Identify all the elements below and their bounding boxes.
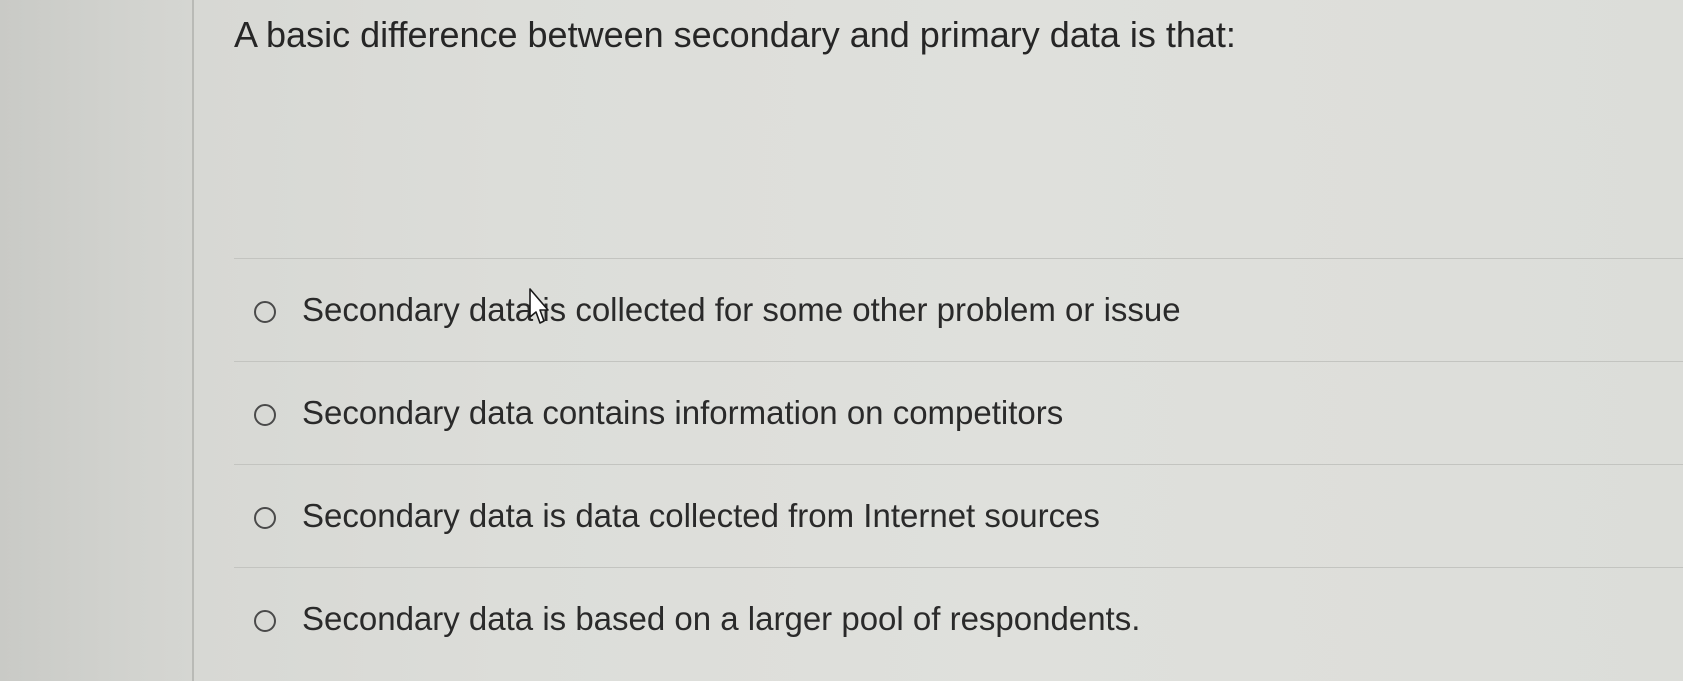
answer-option-1[interactable]: Secondary data is collected for some oth… bbox=[234, 258, 1683, 361]
answer-label-1: Secondary data is collected for some oth… bbox=[302, 291, 1181, 328]
question-area: A basic difference between secondary and… bbox=[194, 0, 1683, 681]
answer-option-3[interactable]: Secondary data is data collected from In… bbox=[234, 464, 1683, 567]
left-panel bbox=[0, 0, 192, 681]
radio-button-2[interactable] bbox=[254, 404, 276, 426]
radio-button-3[interactable] bbox=[254, 507, 276, 529]
answer-label-4: Secondary data is based on a larger pool… bbox=[302, 600, 1141, 637]
question-text: A basic difference between secondary and… bbox=[234, 14, 1236, 55]
answer-label-2: Secondary data contains information on c… bbox=[302, 394, 1064, 431]
answer-option-2[interactable]: Secondary data contains information on c… bbox=[234, 361, 1683, 464]
answer-options: Secondary data is collected for some oth… bbox=[234, 258, 1683, 670]
answer-label-3: Secondary data is data collected from In… bbox=[302, 497, 1100, 534]
radio-button-1[interactable] bbox=[254, 301, 276, 323]
answer-option-4[interactable]: Secondary data is based on a larger pool… bbox=[234, 567, 1683, 670]
radio-button-4[interactable] bbox=[254, 610, 276, 632]
